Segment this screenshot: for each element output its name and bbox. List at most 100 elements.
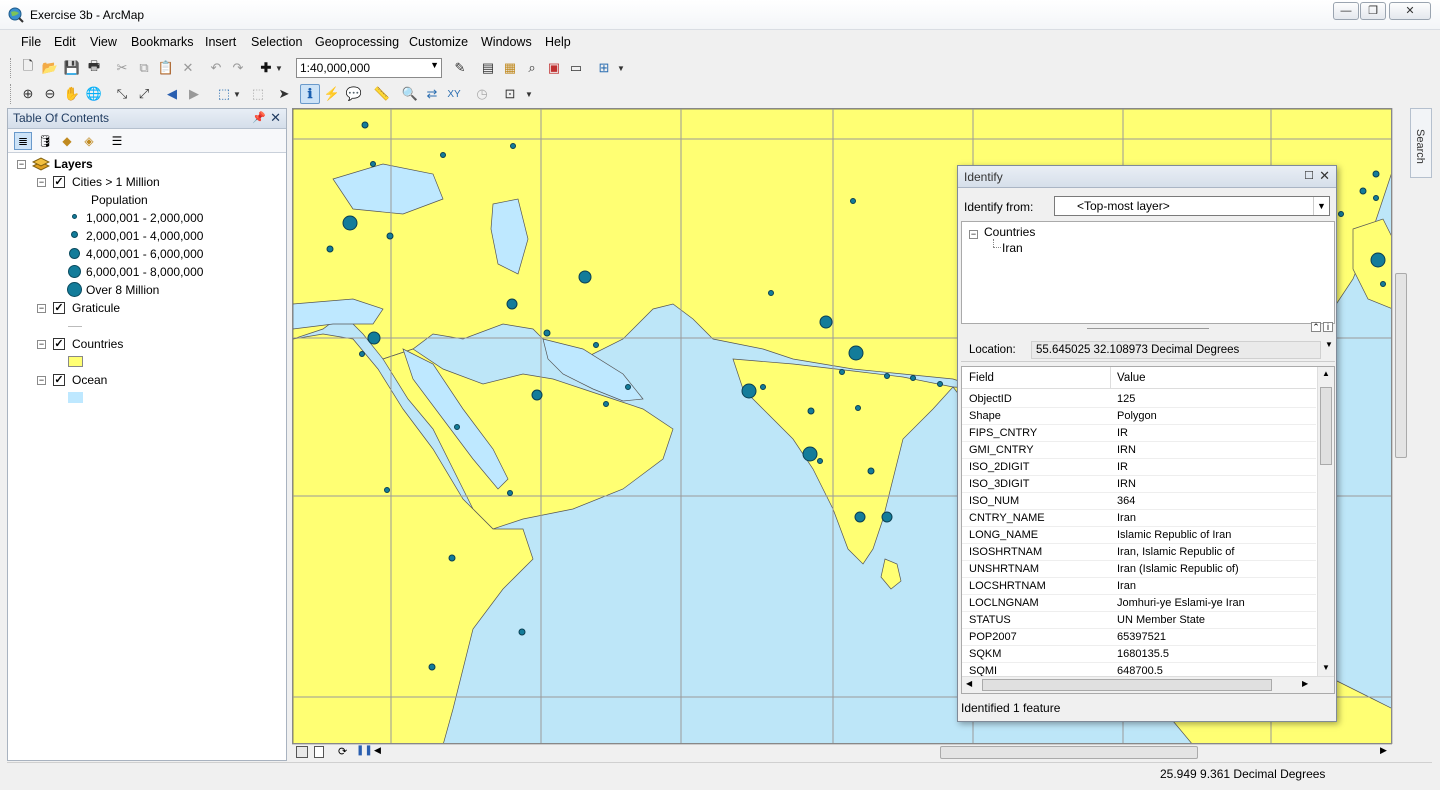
find-route-icon[interactable]: ⇄ — [422, 84, 442, 104]
scroll-down-icon[interactable]: ▼ — [1322, 663, 1330, 672]
paste-icon[interactable]: 📋 — [156, 58, 176, 78]
menu-insert[interactable]: Insert — [205, 35, 236, 49]
chevron-down-icon[interactable]: ▼ — [232, 84, 242, 104]
new-document-icon[interactable]: 🗋 — [18, 58, 38, 78]
scroll-left-icon[interactable]: ◀ — [374, 745, 381, 756]
pause-drawing-icon[interactable]: ❚❚ — [356, 745, 373, 756]
table-row[interactable]: FIPS_CNTRY IR — [962, 425, 1316, 442]
ocean-layer-label[interactable]: Ocean — [72, 373, 107, 387]
cut-icon[interactable]: ✂ — [112, 58, 132, 78]
menu-file[interactable]: File — [21, 35, 41, 49]
identify-icon[interactable]: ℹ — [300, 84, 320, 104]
ocean-visibility-checkbox[interactable]: ✓ — [53, 374, 65, 386]
select-elements-icon[interactable]: ➤ — [274, 84, 294, 104]
attribute-vertical-scroll-thumb[interactable] — [1320, 387, 1332, 465]
table-row[interactable]: LOCSHRTNAM Iran — [962, 578, 1316, 595]
search-window-icon[interactable]: ⌕ — [522, 58, 542, 78]
minimize-button[interactable]: — — [1333, 2, 1359, 20]
data-view-icon[interactable] — [296, 746, 308, 758]
collapse-countries-results-icon[interactable]: − — [969, 230, 978, 239]
menu-customize[interactable]: Customize — [409, 35, 468, 49]
value-column-header[interactable]: Value — [1117, 372, 1146, 384]
table-of-contents-icon[interactable]: ▤ — [478, 58, 498, 78]
undo-icon[interactable]: ↶ — [206, 58, 226, 78]
editor-toolbar-icon[interactable]: ✎ — [450, 58, 470, 78]
attribute-vertical-scrollbar[interactable]: ▲ ▼ — [1317, 367, 1334, 677]
collapse-cities-icon[interactable]: − — [37, 178, 46, 187]
search-tab-label[interactable]: Search — [1414, 129, 1426, 164]
search-dock-tab[interactable]: Search — [1410, 108, 1432, 178]
refresh-icon[interactable]: ⟳ — [338, 745, 347, 758]
toolbar-grip[interactable] — [10, 58, 13, 78]
results-iran-node[interactable]: Iran — [1002, 241, 1023, 255]
menu-bookmarks[interactable]: Bookmarks — [131, 35, 194, 49]
menu-edit[interactable]: Edit — [54, 35, 76, 49]
model-builder-icon[interactable]: ⊞ — [594, 58, 614, 78]
table-row[interactable]: ISO_2DIGIT IR — [962, 459, 1316, 476]
forward-arrow-icon[interactable]: ▶ — [184, 84, 204, 104]
attribute-horizontal-scroll-thumb[interactable] — [982, 679, 1272, 691]
fixed-zoom-in-icon[interactable]: ⤡ — [112, 84, 132, 104]
list-by-source-icon[interactable]: 🛢 — [36, 132, 54, 150]
list-by-visibility-icon[interactable]: ◆ — [58, 132, 76, 150]
menu-geoprocessing[interactable]: Geoprocessing — [315, 35, 399, 49]
collapse-up-icon[interactable]: ⌃ — [1311, 322, 1321, 332]
scroll-left-icon[interactable]: ◀ — [966, 679, 972, 688]
table-row[interactable]: LOCLNGNAM Jomhuri-ye Eslami-ye Iran — [962, 595, 1316, 612]
collapse-layers-icon[interactable]: − — [17, 160, 26, 169]
table-row[interactable]: UNSHRTNAM Iran (Islamic Republic of) — [962, 561, 1316, 578]
toolbar-grip[interactable] — [10, 84, 13, 104]
pin-icon[interactable]: 📌 — [252, 111, 266, 124]
identify-from-dropdown[interactable]: <Top-most layer> ▼ — [1054, 196, 1330, 216]
countries-visibility-checkbox[interactable]: ✓ — [53, 338, 65, 350]
options-icon[interactable]: ☰ — [108, 132, 126, 150]
full-extent-icon[interactable]: 🌐 — [84, 84, 104, 104]
table-row[interactable]: Shape Polygon — [962, 408, 1316, 425]
zoom-in-icon[interactable]: ⊕ — [18, 84, 38, 104]
arctoolbox-icon[interactable]: ▣ — [544, 58, 564, 78]
scroll-right-icon[interactable]: ▶ — [1380, 745, 1387, 756]
chevron-down-icon[interactable]: ▼ — [274, 58, 284, 78]
chevron-down-icon[interactable]: ▼ — [616, 58, 626, 78]
close-icon[interactable]: ✕ — [1319, 168, 1330, 184]
location-dropdown-icon[interactable]: ▼ — [1325, 340, 1333, 349]
add-data-icon[interactable]: ✚ — [256, 58, 276, 78]
map-vertical-scrollbar[interactable] — [1392, 108, 1408, 744]
table-row[interactable]: ObjectID 125 — [962, 391, 1316, 408]
python-window-icon[interactable]: ▭ — [566, 58, 586, 78]
hyperlink-icon[interactable]: ⚡ — [322, 84, 342, 104]
map-scale-combo[interactable]: 1:40,000,000 ▼ — [296, 58, 442, 78]
catalog-icon[interactable]: ▦ — [500, 58, 520, 78]
table-row[interactable]: ISOSHRTNAM Iran, Islamic Republic of — [962, 544, 1316, 561]
layers-root-label[interactable]: Layers — [54, 157, 93, 171]
print-icon[interactable]: 🖶 — [84, 58, 104, 78]
map-vertical-scroll-thumb[interactable] — [1395, 273, 1407, 458]
layout-view-icon[interactable] — [314, 746, 324, 758]
select-features-icon[interactable]: ⬚ — [214, 84, 234, 104]
menu-selection[interactable]: Selection — [251, 35, 302, 49]
graticule-layer-label[interactable]: Graticule — [72, 301, 120, 315]
list-by-drawing-order-icon[interactable]: ≣ — [14, 132, 32, 150]
table-row[interactable]: SQKM 1680135.5 — [962, 646, 1316, 663]
find-icon[interactable]: 🔍 — [400, 84, 420, 104]
list-by-selection-icon[interactable]: ◈ — [80, 132, 98, 150]
identify-splitter[interactable]: ⌃ i — [961, 322, 1335, 336]
scroll-right-icon[interactable]: ▶ — [1302, 679, 1308, 688]
create-viewer-icon[interactable]: ⊡ — [500, 84, 520, 104]
chevron-down-icon[interactable]: ▼ — [524, 84, 534, 104]
menu-windows[interactable]: Windows — [481, 35, 532, 49]
go-to-xy-icon[interactable]: XY — [444, 84, 464, 104]
clear-selection-icon[interactable]: ⬚ — [248, 84, 268, 104]
table-row[interactable]: ISO_NUM 364 — [962, 493, 1316, 510]
open-folder-icon[interactable]: 📂 — [40, 58, 60, 78]
menu-view[interactable]: View — [90, 35, 117, 49]
zoom-out-icon[interactable]: ⊖ — [40, 84, 60, 104]
cities-layer-label[interactable]: Cities > 1 Million — [72, 175, 160, 189]
field-column-header[interactable]: Field — [969, 372, 994, 384]
measure-icon[interactable]: 📏 — [372, 84, 392, 104]
time-slider-icon[interactable]: ◷ — [472, 84, 492, 104]
table-row[interactable]: STATUS UN Member State — [962, 612, 1316, 629]
menu-help[interactable]: Help — [545, 35, 571, 49]
collapse-graticule-icon[interactable]: − — [37, 304, 46, 313]
scroll-up-icon[interactable]: ▲ — [1322, 369, 1330, 378]
